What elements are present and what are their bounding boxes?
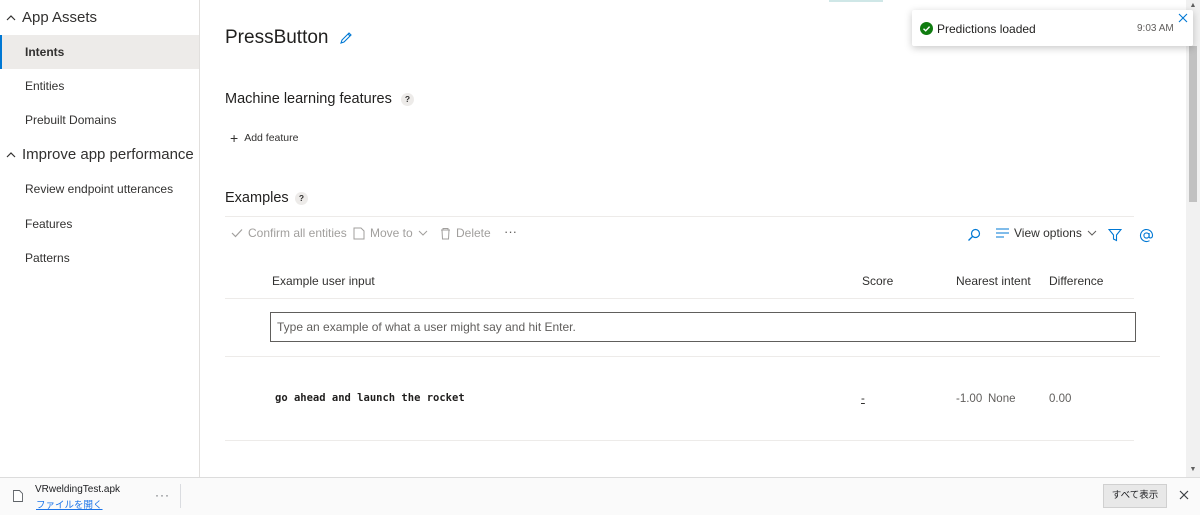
chevron-up-icon	[6, 151, 16, 157]
vertical-scrollbar[interactable]: ▲ ▼	[1186, 0, 1200, 477]
checkmark-icon	[231, 229, 243, 238]
row-divider	[225, 440, 1134, 441]
header-divider	[225, 298, 1134, 299]
move-to-label: Move to	[370, 226, 413, 240]
sidebar-item-features[interactable]: Features	[0, 207, 199, 241]
column-header-difference[interactable]: Difference	[1049, 274, 1103, 288]
column-header-nearest-intent[interactable]: Nearest intent	[956, 274, 1031, 288]
more-actions-button[interactable]: ···	[504, 224, 517, 239]
sidebar-item-entities[interactable]: Entities	[0, 69, 199, 103]
toolbar-divider	[225, 216, 1134, 217]
view-options-button[interactable]: View options	[996, 226, 1097, 240]
scroll-thumb[interactable]	[1189, 46, 1197, 202]
download-bar: VRweldingTest.apk ファイルを開く ··· すべて表示	[0, 477, 1200, 515]
sidebar-item-patterns[interactable]: Patterns	[0, 241, 199, 275]
scroll-down-arrow-icon[interactable]: ▼	[1189, 466, 1197, 474]
utterance-input[interactable]	[270, 312, 1136, 342]
download-more-button[interactable]: ···	[155, 488, 170, 502]
success-check-icon	[920, 22, 933, 35]
download-separator	[180, 484, 181, 508]
view-options-label: View options	[1014, 226, 1082, 240]
move-document-icon	[353, 227, 365, 239]
app-assets-heading: App Assets	[22, 9, 98, 26]
app-assets-toggle[interactable]: App Assets	[6, 9, 97, 26]
add-feature-button[interactable]: + Add feature	[230, 130, 299, 146]
column-header-score[interactable]: Score	[862, 274, 893, 288]
page-title: PressButton	[225, 27, 329, 48]
top-accent-bar	[829, 0, 883, 2]
help-icon[interactable]: ?	[401, 93, 414, 106]
difference-value: 0.00	[1049, 393, 1072, 405]
sidebar: App Assets Intents Entities Prebuilt Dom…	[0, 0, 200, 477]
add-feature-label: Add feature	[244, 132, 299, 144]
file-icon	[13, 490, 23, 502]
sidebar-item-prebuilt-domains[interactable]: Prebuilt Domains	[0, 103, 199, 137]
column-header-example-input[interactable]: Example user input	[272, 274, 375, 288]
toast-time: 9:03 AM	[1137, 23, 1174, 34]
close-icon[interactable]	[1179, 490, 1189, 500]
sidebar-item-intents[interactable]: Intents	[0, 35, 199, 69]
chevron-down-icon	[1087, 230, 1097, 236]
toast-message: Predictions loaded	[937, 22, 1036, 36]
examples-heading: Examples	[225, 190, 289, 206]
open-file-link[interactable]: ファイルを開く	[36, 497, 103, 511]
close-icon[interactable]	[1177, 12, 1189, 24]
search-icon[interactable]	[967, 228, 981, 242]
nearest-intent-name: None	[988, 393, 1016, 405]
input-divider	[225, 356, 1160, 357]
trash-icon	[441, 227, 450, 239]
filter-icon[interactable]	[1108, 228, 1122, 242]
at-sign-icon[interactable]	[1139, 228, 1154, 243]
chevron-down-icon	[418, 230, 428, 236]
improve-performance-toggle[interactable]: Improve app performance	[6, 146, 194, 163]
main-content: PressButton Machine learning features ? …	[200, 0, 1186, 477]
delete-button[interactable]: Delete	[440, 226, 491, 240]
confirm-all-entities-button[interactable]: Confirm all entities	[231, 226, 347, 240]
help-icon[interactable]: ?	[295, 192, 308, 205]
plus-icon: +	[230, 130, 239, 146]
show-all-downloads-button[interactable]: すべて表示	[1103, 484, 1167, 508]
delete-label: Delete	[456, 226, 491, 240]
improve-performance-heading: Improve app performance	[22, 146, 194, 163]
confirm-all-entities-label: Confirm all entities	[248, 226, 347, 240]
move-to-button[interactable]: Move to	[353, 226, 428, 240]
score-value[interactable]: -	[861, 393, 865, 405]
ml-features-heading: Machine learning features	[225, 91, 392, 107]
edit-pencil-icon[interactable]	[339, 31, 353, 45]
utterance-text: go ahead and launch the rocket	[275, 392, 465, 404]
chevron-up-icon	[6, 14, 16, 20]
notification-toast: Predictions loaded 9:03 AM	[912, 10, 1193, 46]
nearest-intent-score: -1.00	[956, 393, 983, 405]
lines-icon	[996, 228, 1009, 238]
download-file-name[interactable]: VRweldingTest.apk	[35, 484, 120, 495]
sidebar-item-review-endpoint-utterances[interactable]: Review endpoint utterances	[0, 172, 199, 206]
scroll-up-arrow-icon[interactable]: ▲	[1189, 2, 1197, 10]
